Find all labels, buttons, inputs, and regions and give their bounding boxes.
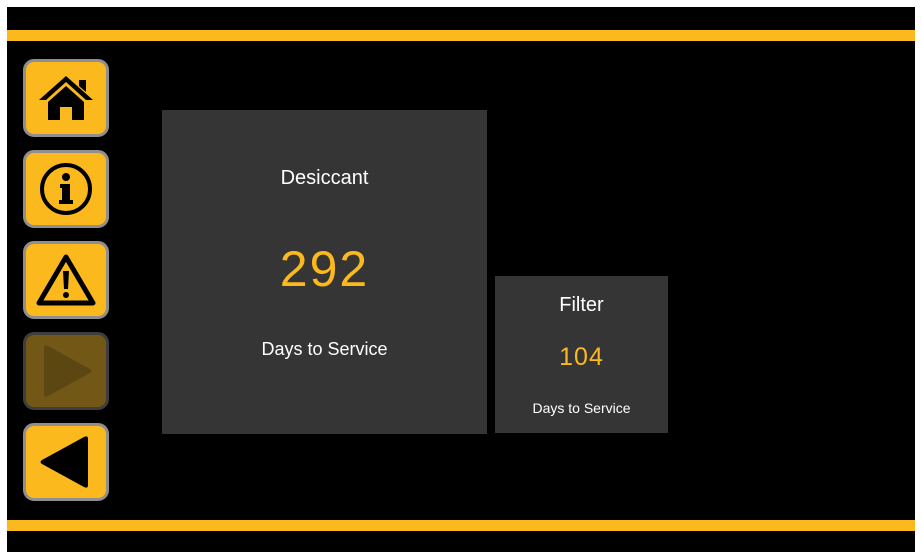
- desiccant-caption: Days to Service: [261, 339, 388, 359]
- hmi-screen: Desiccant 292 Days to Service Filter 104…: [7, 7, 915, 552]
- forward-button[interactable]: [23, 332, 109, 410]
- home-icon: [39, 76, 93, 120]
- bottom-accent-bar: [7, 520, 915, 531]
- desiccant-tile: Desiccant 292 Days to Service: [162, 110, 487, 434]
- home-button[interactable]: [23, 59, 109, 137]
- back-button[interactable]: [23, 423, 109, 501]
- filter-days-value: 104: [559, 343, 604, 371]
- play-right-icon: [44, 345, 92, 397]
- filter-tile: Filter 104 Days to Service: [495, 276, 668, 433]
- info-icon: [40, 163, 92, 215]
- desiccant-title: Desiccant: [280, 167, 369, 189]
- info-button[interactable]: [23, 150, 109, 228]
- warning-icon: [36, 254, 96, 306]
- filter-title: Filter: [559, 294, 604, 316]
- alarm-button[interactable]: [23, 241, 109, 319]
- top-accent-bar: [7, 30, 915, 41]
- back-left-icon: [40, 436, 88, 488]
- desiccant-days-value: 292: [279, 241, 370, 297]
- filter-caption: Days to Service: [532, 400, 631, 416]
